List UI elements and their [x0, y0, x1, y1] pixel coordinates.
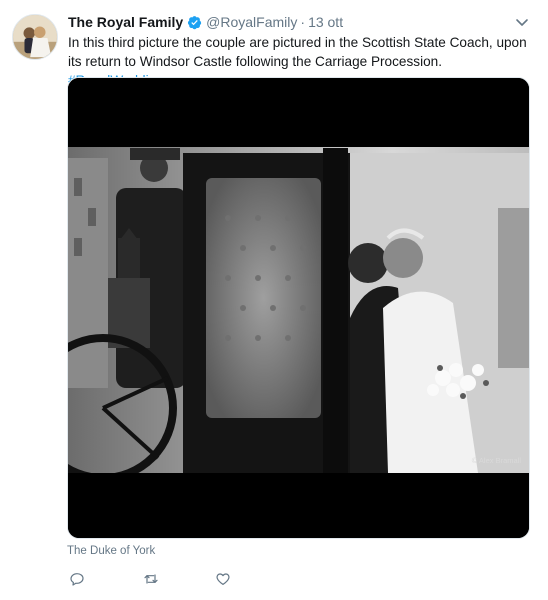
- avatar[interactable]: [12, 14, 58, 60]
- retweet-button[interactable]: [141, 570, 161, 588]
- tweet-photo[interactable]: © Alex Bramall: [67, 77, 530, 539]
- tweet-actions: [67, 570, 233, 588]
- like-button[interactable]: [213, 570, 233, 588]
- tagged-user[interactable]: The Duke of York: [67, 545, 155, 557]
- heart-icon: [215, 571, 231, 587]
- reply-button[interactable]: [67, 570, 87, 588]
- username-handle[interactable]: @RoyalFamily: [206, 14, 297, 30]
- tweet[interactable]: The Royal Family @RoyalFamily · 13 ott I…: [0, 0, 548, 600]
- timestamp[interactable]: 13 ott: [308, 14, 343, 30]
- separator-dot: ·: [300, 14, 306, 30]
- tweet-text-main: In this third picture the couple are pic…: [68, 35, 527, 69]
- photo-credit: © Alex Bramall: [471, 456, 521, 465]
- reply-icon: [69, 571, 85, 587]
- verified-badge-icon: [187, 15, 202, 30]
- retweet-icon: [143, 571, 159, 587]
- chevron-down-icon[interactable]: [514, 14, 530, 30]
- photo-carriage-couple: [68, 78, 529, 538]
- display-name[interactable]: The Royal Family: [68, 14, 183, 30]
- tweet-header: The Royal Family @RoyalFamily · 13 ott: [68, 12, 343, 32]
